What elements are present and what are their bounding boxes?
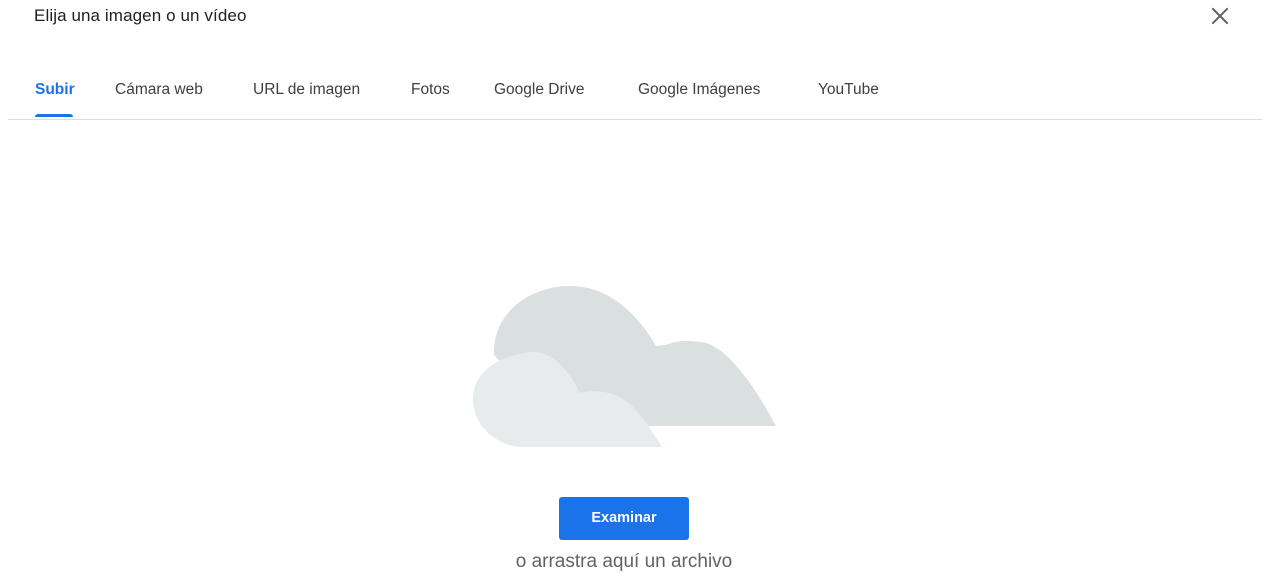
close-button[interactable] [1208, 4, 1232, 28]
dialog-title: Elija una imagen o un vídeo [34, 6, 247, 25]
cloud-icon [473, 286, 776, 447]
tab-youtube[interactable]: YouTube [818, 81, 879, 99]
image-picker-dialog: Elija una imagen o un vídeo Subir Cámara… [0, 0, 1264, 577]
close-icon [1211, 7, 1229, 25]
browse-button[interactable]: Examinar [559, 497, 689, 540]
tab-bar: Subir Cámara web URL de imagen Fotos Goo… [8, 66, 1262, 120]
drop-hint-text: o arrastra aquí un archivo [515, 551, 733, 572]
tab-google-imagenes[interactable]: Google Imágenes [638, 81, 760, 99]
tab-google-drive[interactable]: Google Drive [494, 81, 584, 99]
tab-url-de-imagen[interactable]: URL de imagen [253, 81, 360, 99]
active-tab-indicator [35, 114, 73, 117]
tab-subir[interactable]: Subir [35, 81, 75, 99]
tab-fotos[interactable]: Fotos [411, 81, 450, 99]
tab-camara-web[interactable]: Cámara web [115, 81, 203, 99]
